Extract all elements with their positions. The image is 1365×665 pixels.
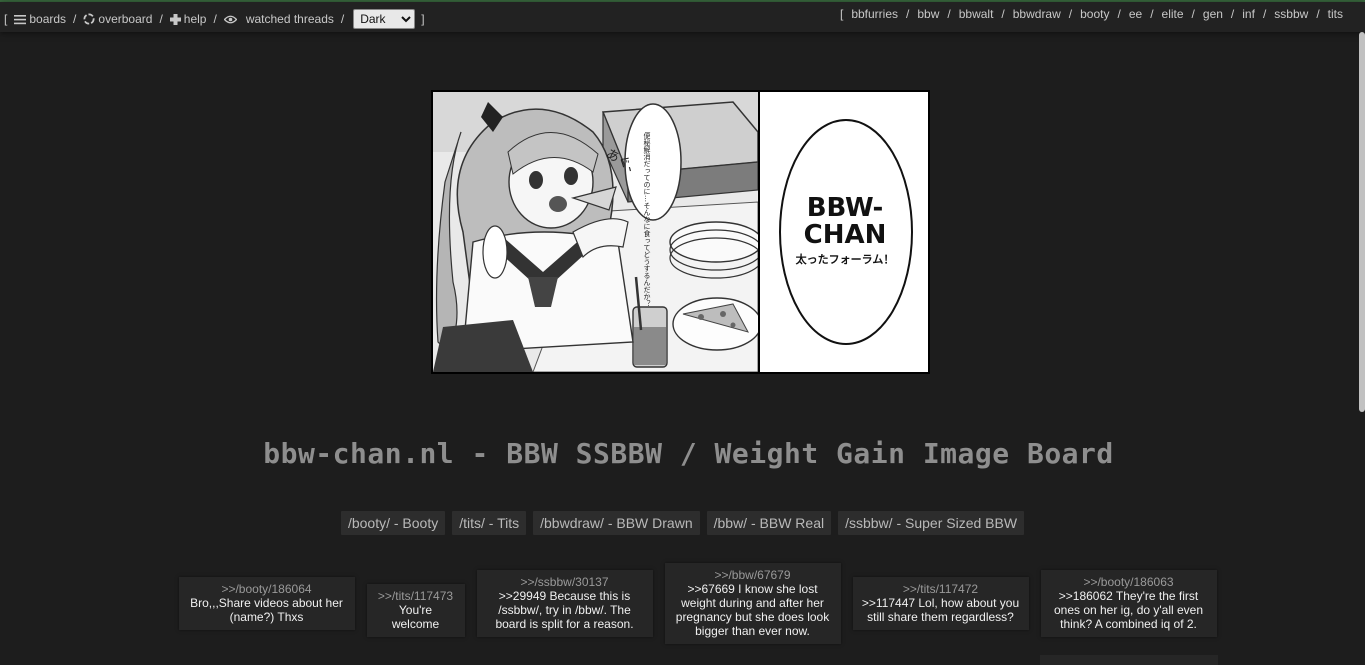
post-text: Bro,,,Share videos about her (name?) Thx… (190, 596, 343, 624)
board-link-elite[interactable]: elite (1162, 7, 1184, 21)
boards-link-label: boards (29, 12, 67, 26)
post-ref-link[interactable]: >>/booty/186064 (187, 582, 347, 596)
board-link-gen[interactable]: gen (1203, 7, 1223, 21)
post-text: >>67669 I know she lost weight during an… (675, 582, 830, 638)
board-link-bbwalt[interactable]: bbwalt (959, 7, 994, 21)
nav-close-bracket: ] (421, 12, 425, 26)
eye-icon (223, 15, 237, 23)
help-link-label: help (183, 12, 207, 26)
menu-icon (14, 14, 27, 24)
top-navbar: [ boards / overboard / help / watched th… (0, 2, 1365, 32)
board-link-ee[interactable]: ee (1129, 7, 1142, 21)
post-text: >>117447 Lol, how about you still share … (861, 596, 1020, 624)
banner-heading-line2: CHAN (804, 220, 887, 250)
recent-post-card[interactable]: >>/ssbbw/30137 >>29949 Because this is /… (476, 570, 653, 637)
plus-icon (169, 13, 181, 25)
help-link[interactable]: help (169, 12, 207, 26)
featured-board-booty[interactable]: /booty/ - Booty (340, 511, 446, 535)
board-link-booty[interactable]: booty (1080, 7, 1109, 21)
recent-posts: >>/booty/186064 Bro,,,Share videos about… (0, 563, 1365, 644)
featured-board-tits[interactable]: /tits/ - Tits (452, 511, 527, 535)
board-link-inf[interactable]: inf (1242, 7, 1255, 21)
board-link-bbfurries[interactable]: bbfurries (851, 7, 898, 21)
site-banner-image: BBW- CHAN 太ったフォーラム！ あぐ、 便秘解消だってのに…そんなに食っ… (431, 90, 930, 374)
banner-illustration: BBW- CHAN 太ったフォーラム！ あぐ、 便秘解消だってのに…そんなに食っ… (433, 92, 928, 372)
featured-board-ssbbw[interactable]: /ssbbw/ - Super Sized BBW (838, 511, 1025, 535)
board-link-tits[interactable]: tits (1328, 7, 1343, 21)
recent-post-card-partial[interactable] (1040, 655, 1218, 665)
board-link-bbw[interactable]: bbw (917, 7, 939, 21)
post-text: You're welcome (391, 603, 440, 631)
board-links-open-bracket: [ (839, 7, 844, 21)
post-ref-link[interactable]: >>/ssbbw/30137 (485, 575, 645, 589)
post-ref-link[interactable]: >>/tits/117472 (861, 582, 1021, 596)
watched-threads-label: watched threads (245, 12, 334, 26)
watched-threads-link[interactable]: watched threads (223, 12, 334, 26)
banner-heading-line1: BBW- (807, 193, 884, 223)
post-text: >>186062 They're the first ones on her i… (1053, 589, 1204, 631)
nav-left-group: [ boards / overboard / help / watched th… (4, 9, 425, 29)
theme-select[interactable]: Dark (353, 9, 416, 29)
featured-board-bbwdraw[interactable]: /bbwdraw/ - BBW Drawn (533, 511, 700, 535)
recent-post-card[interactable]: >>/tits/117472 >>117447 Lol, how about y… (852, 577, 1029, 630)
post-ref-link[interactable]: >>/bbw/67679 (673, 568, 833, 582)
recycle-icon (83, 13, 95, 25)
page-scrollbar[interactable] (1359, 32, 1365, 412)
recent-post-card[interactable]: >>/bbw/67679 >>67669 I know she lost wei… (664, 563, 841, 644)
recent-post-card[interactable]: >>/booty/186063 >>186062 They're the fir… (1040, 570, 1217, 637)
featured-boards: /booty/ - Booty /tits/ - Tits /bbwdraw/ … (0, 511, 1365, 535)
board-links-group: [ bbfurries / bbw / bbwalt / bbwdraw / b… (839, 7, 1343, 21)
board-link-ssbbw[interactable]: ssbbw (1274, 7, 1308, 21)
board-link-bbwdraw[interactable]: bbwdraw (1013, 7, 1061, 21)
post-ref-link[interactable]: >>/tits/117473 (375, 589, 457, 603)
featured-board-bbw[interactable]: /bbw/ - BBW Real (706, 511, 832, 535)
recent-post-card[interactable]: >>/tits/117473 You're welcome (366, 584, 465, 637)
boards-link[interactable]: boards (14, 12, 66, 26)
banner-speech: 便秘解消だってのに…そんなに食ってどうするんだか？ (643, 131, 651, 307)
post-text: >>29949 Because this is /ssbbw/, try in … (495, 589, 634, 631)
post-ref-link[interactable]: >>/booty/186063 (1049, 575, 1209, 589)
page-title: bbw-chan.nl - BBW SSBBW / Weight Gain Im… (263, 437, 1114, 470)
recent-post-card[interactable]: >>/booty/186064 Bro,,,Share videos about… (178, 577, 355, 630)
banner-subtitle: 太ったフォーラム！ (795, 252, 895, 266)
nav-open-bracket: [ (4, 12, 8, 26)
overboard-link-label: overboard (98, 12, 153, 26)
overboard-link[interactable]: overboard (83, 12, 152, 26)
